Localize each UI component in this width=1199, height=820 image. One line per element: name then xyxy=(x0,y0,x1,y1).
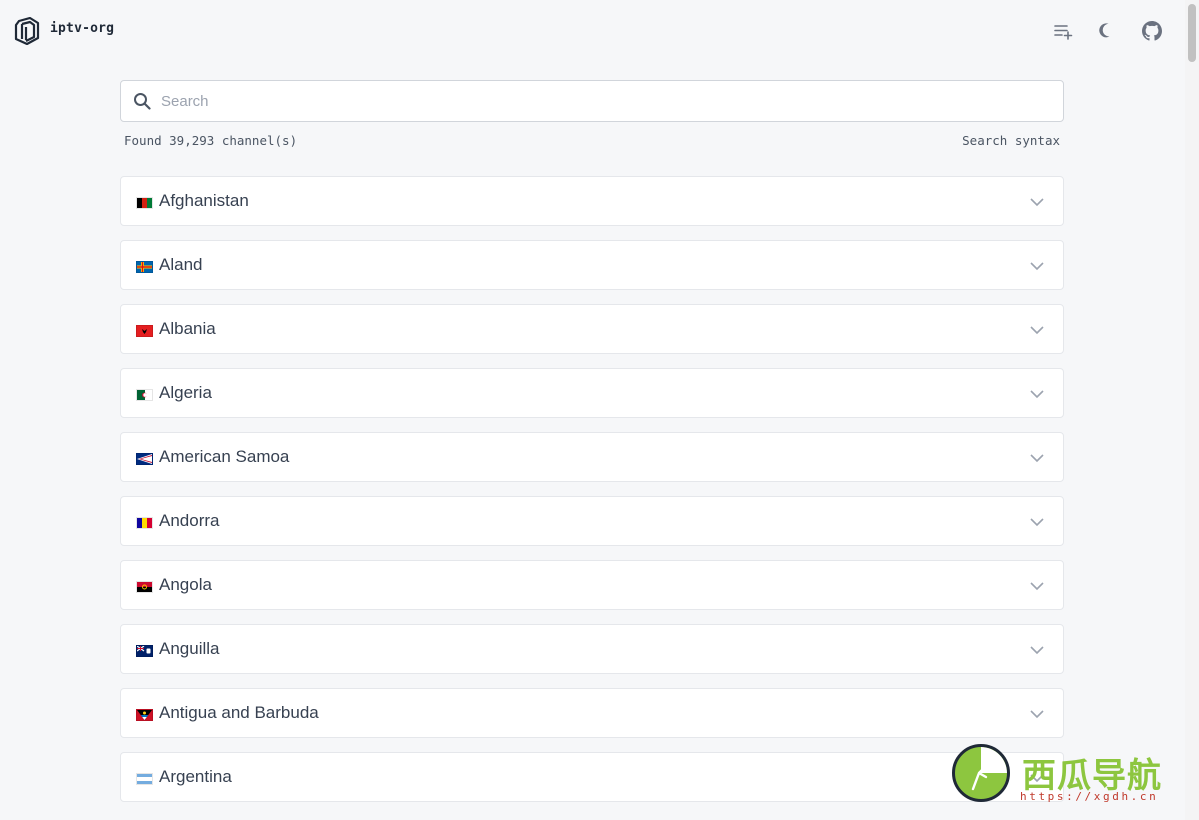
antigua-and-barbuda-flag-icon xyxy=(136,709,153,721)
search-syntax-link[interactable]: Search syntax xyxy=(962,133,1060,148)
country-name: Algeria xyxy=(159,383,212,402)
country-name: Afghanistan xyxy=(159,191,249,210)
search-input[interactable] xyxy=(161,81,1041,121)
chevron-down-icon[interactable] xyxy=(1029,578,1045,594)
argentina-flag-icon xyxy=(136,773,153,785)
american-samoa-flag-icon xyxy=(136,453,153,465)
search-box[interactable] xyxy=(120,80,1064,122)
aland-flag-icon xyxy=(136,261,153,273)
afghanistan-flag-icon xyxy=(136,197,153,209)
github-icon[interactable] xyxy=(1141,20,1163,42)
country-name: American Samoa xyxy=(159,447,290,466)
chevron-down-icon[interactable] xyxy=(1029,706,1045,722)
chevron-down-icon[interactable] xyxy=(1029,322,1045,338)
chevron-down-icon[interactable] xyxy=(1029,450,1045,466)
andorra-flag-icon xyxy=(136,517,153,529)
watermark: 西瓜导航 https://xgdh.cn xyxy=(952,744,1184,806)
page: iptv-org Search Found 39,293 channel(s) … xyxy=(0,0,1199,820)
country-name: Argentina xyxy=(159,767,232,786)
anguilla-flag-icon xyxy=(136,645,153,657)
top-bar: iptv-org xyxy=(0,0,1184,60)
algeria-flag-icon xyxy=(136,389,153,401)
watermark-url: https://xgdh.cn xyxy=(1020,790,1159,803)
playlist-add-icon[interactable] xyxy=(1052,20,1074,42)
chevron-down-icon[interactable] xyxy=(1029,194,1045,210)
iptv-org-logo-icon[interactable] xyxy=(13,17,40,45)
chevron-down-icon[interactable] xyxy=(1029,386,1045,402)
page-scrollbar[interactable] xyxy=(1185,0,1199,820)
chevron-down-icon[interactable] xyxy=(1029,642,1045,658)
albania-flag-icon xyxy=(136,325,153,337)
brand-name[interactable]: iptv-org xyxy=(50,21,114,36)
chevron-down-icon[interactable] xyxy=(1029,258,1045,274)
angola-flag-icon xyxy=(136,581,153,593)
country-row-albania[interactable]: Albania xyxy=(120,304,1064,354)
country-row-argentina[interactable]: Argentina xyxy=(120,752,1064,802)
scrollbar-thumb[interactable] xyxy=(1188,4,1196,62)
country-name: Aland xyxy=(159,255,203,274)
country-row-algeria[interactable]: Algeria xyxy=(120,368,1064,418)
country-row-aland[interactable]: Aland xyxy=(120,240,1064,290)
country-name: Albania xyxy=(159,319,216,338)
country-row-american-samoa[interactable]: American Samoa xyxy=(120,432,1064,482)
country-name: Angola xyxy=(159,575,212,594)
country-row-angola[interactable]: Angola xyxy=(120,560,1064,610)
country-name: Anguilla xyxy=(159,639,220,658)
results-count: Found 39,293 channel(s) xyxy=(124,133,298,148)
chevron-down-icon[interactable] xyxy=(1029,514,1045,530)
country-name: Antigua and Barbuda xyxy=(159,703,319,722)
watermark-logo-icon xyxy=(952,744,1010,802)
country-row-anguilla[interactable]: Anguilla xyxy=(120,624,1064,674)
country-row-afghanistan[interactable]: Afghanistan xyxy=(120,176,1064,226)
moon-icon[interactable] xyxy=(1097,20,1119,42)
country-row-andorra[interactable]: Andorra xyxy=(120,496,1064,546)
country-row-antigua-and-barbuda[interactable]: Antigua and Barbuda xyxy=(120,688,1064,738)
country-name: Andorra xyxy=(159,511,220,530)
search-icon xyxy=(134,93,151,110)
country-list: Afghanistan Aland Albania Algeria Americ… xyxy=(120,176,1064,816)
